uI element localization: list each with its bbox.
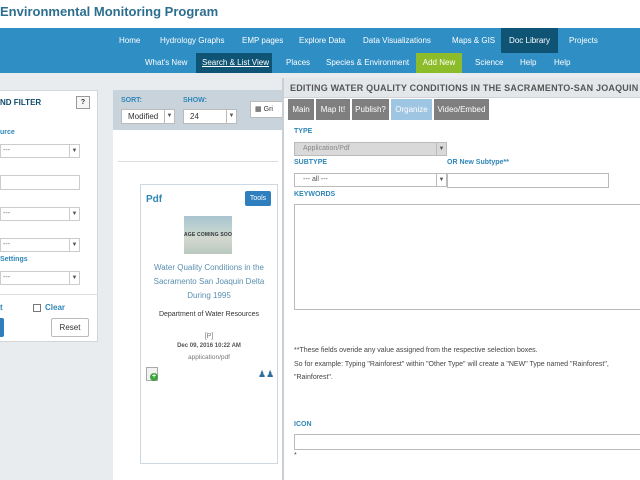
clear-label[interactable]: Clear (45, 303, 65, 312)
keywords-textarea[interactable] (294, 204, 640, 310)
document-add-icon[interactable]: + (146, 367, 158, 381)
nav-home[interactable]: Home (113, 28, 146, 53)
filter-select-2[interactable]: --- ▼ (0, 207, 80, 221)
type-label: TYPE (294, 128, 313, 135)
new-subtype-label: OR New Subtype** (447, 159, 509, 166)
tab-publish[interactable]: Publish? (352, 99, 390, 120)
chevron-down-icon: ▼ (69, 239, 79, 251)
chevron-down-icon: ▼ (436, 143, 446, 155)
site-title: Environmental Monitoring Program (0, 4, 219, 19)
filter-settings-select[interactable]: --- ▼ (0, 271, 80, 285)
note-line-2: So for example: Typing "Rainforest" with… (294, 361, 609, 368)
edit-panel: EDITING WATER QUALITY CONDITIONS IN THE … (282, 78, 640, 480)
filter-settings-label: Settings (0, 256, 28, 263)
nav-help-2[interactable]: Help (548, 53, 576, 73)
list-divider (118, 161, 278, 162)
nav-science[interactable]: Science (469, 53, 509, 73)
tab-map-it[interactable]: Map It! (316, 99, 351, 120)
nav-places[interactable]: Places (280, 53, 316, 73)
nav-add-new[interactable]: Add New (416, 53, 462, 73)
chevron-down-icon: ▼ (164, 110, 174, 123)
note-line-1: **These fields overide any value assigne… (294, 347, 538, 354)
filter-select-3[interactable]: --- ▼ (0, 238, 80, 252)
nav-data-visualizations[interactable]: Data Visualizations (357, 28, 437, 53)
card-title[interactable]: Water Quality Conditions in the Sacramen… (144, 261, 274, 303)
nav-search-list-view[interactable]: Search & List View (196, 53, 272, 73)
card-type: Pdf (146, 194, 163, 205)
filter-source-label: urce (0, 129, 15, 136)
type-select: Application/Pdf ▼ (294, 142, 447, 156)
grid-icon: ▦ (255, 106, 262, 113)
nav-whats-new[interactable]: What's New (139, 53, 193, 73)
show-select[interactable]: 24 ▼ (183, 109, 237, 124)
grid-view-button[interactable]: ▦ Gri (250, 101, 285, 118)
tab-main[interactable]: Main (288, 99, 315, 120)
sort-select[interactable]: Modified ▼ (121, 109, 175, 124)
clear-checkbox[interactable] (33, 304, 41, 312)
nav-maps-gis[interactable]: Maps & GIS (446, 28, 501, 53)
tab-video-embed[interactable]: Video/Embed (434, 99, 490, 120)
show-label: SHOW: (183, 97, 207, 104)
card-thumbnail[interactable]: AGE COMING SOO (184, 216, 232, 254)
nav-species-environment[interactable]: Species & Environment (320, 53, 415, 73)
reset-button[interactable]: Reset (51, 318, 89, 337)
chevron-down-icon: ▼ (69, 272, 79, 284)
chevron-down-icon: ▼ (226, 110, 236, 123)
search-button[interactable] (0, 318, 4, 337)
card-mime-type: application/pdf (188, 354, 230, 361)
filter-submit-label[interactable]: t (0, 303, 3, 312)
site-header: Environmental Monitoring Program (0, 0, 640, 28)
icon-label: ICON (294, 421, 312, 428)
new-subtype-input[interactable] (447, 173, 609, 188)
subtype-select[interactable]: --- all --- ▼ (294, 173, 447, 187)
nav-hydrology-graphs[interactable]: Hydrology Graphs (154, 28, 230, 53)
nav-explore-data[interactable]: Explore Data (293, 28, 351, 53)
secondary-nav: What's New Search & List View Places Spe… (0, 53, 640, 73)
edit-header: EDITING WATER QUALITY CONDITIONS IN THE … (284, 78, 640, 98)
keywords-label: KEYWORDS (294, 191, 336, 198)
nav-emp-pages[interactable]: EMP pages (236, 28, 289, 53)
thumbnail-placeholder-text: AGE COMING SOO (184, 232, 232, 238)
tab-organize[interactable]: Organize (391, 99, 433, 120)
icon-input[interactable] (294, 434, 640, 450)
edit-title: EDITING WATER QUALITY CONDITIONS IN THE … (290, 83, 640, 93)
required-asterisk: * (294, 452, 297, 459)
card-date: Dec 09, 2016 10:22 AM (177, 343, 241, 349)
nav-help[interactable]: Help (514, 53, 542, 73)
subtype-label: SUBTYPE (294, 159, 328, 166)
nav-projects[interactable]: Projects (563, 28, 604, 53)
filter-text-input[interactable] (0, 175, 80, 190)
card-organization: Department of Water Resources (158, 311, 260, 318)
primary-nav: Home Hydrology Graphs EMP pages Explore … (0, 28, 640, 53)
chevron-down-icon: ▼ (69, 208, 79, 220)
note-line-3: "Rainforest". (294, 374, 333, 381)
people-icon[interactable]: ♟♟ (258, 369, 274, 380)
card-flag: [P] (204, 333, 214, 340)
filter-source-select[interactable]: --- ▼ (0, 144, 80, 158)
help-button[interactable]: ? (76, 96, 90, 109)
chevron-down-icon: ▼ (436, 174, 446, 186)
nav-doc-library[interactable]: Doc Library (501, 28, 558, 53)
filter-title: ND FILTER (0, 98, 42, 107)
sort-label: SORT: (121, 97, 142, 104)
filter-divider (0, 294, 98, 295)
tools-button[interactable]: Tools (245, 191, 271, 206)
chevron-down-icon: ▼ (69, 145, 79, 157)
